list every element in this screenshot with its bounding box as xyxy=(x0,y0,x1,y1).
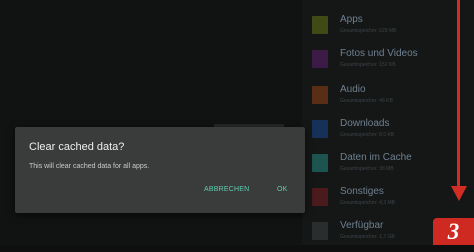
category-name: Fotos und Videos xyxy=(340,48,418,59)
step-number: 3 xyxy=(447,219,460,244)
annotation-arrow-shaft xyxy=(457,0,460,187)
annotation-arrow-head xyxy=(451,186,467,201)
cache-icon xyxy=(312,154,328,172)
category-name: Apps xyxy=(340,14,363,25)
category-size: Gesamtspeicher: 38 MB xyxy=(340,166,394,172)
category-apps[interactable]: Apps Gesamtspeicher: 629 MB xyxy=(312,12,462,46)
category-name: Sonstiges xyxy=(340,186,384,197)
ok-button[interactable]: OK xyxy=(277,186,288,193)
category-audio[interactable]: Audio Gesamtspeicher: 48 KB xyxy=(312,82,462,116)
category-daten-im-cache[interactable]: Daten im Cache Gesamtspeicher: 38 MB xyxy=(312,150,462,184)
category-fotos-und-videos[interactable]: Fotos und Videos Gesamtspeicher: 152 KB xyxy=(312,46,462,80)
category-size: Gesamtspeicher: 48 KB xyxy=(340,98,393,104)
dialog-message: This will clear cached data for all apps… xyxy=(29,163,150,170)
category-size: Gesamtspeicher: 1,7 GB xyxy=(340,234,395,240)
category-sonstiges[interactable]: Sonstiges Gesamtspeicher: 4,3 MB xyxy=(312,184,462,218)
category-size: Gesamtspeicher: 8,0 KB xyxy=(340,132,395,138)
downloads-icon xyxy=(312,120,328,138)
category-name: Downloads xyxy=(340,118,390,129)
photos-videos-icon xyxy=(312,50,328,68)
category-size: Gesamtspeicher: 4,3 MB xyxy=(340,200,396,206)
category-downloads[interactable]: Downloads Gesamtspeicher: 8,0 KB xyxy=(312,116,462,150)
misc-icon xyxy=(312,188,328,206)
category-name: Verfügbar xyxy=(340,220,384,231)
cancel-button[interactable]: ABBRECHEN xyxy=(204,186,249,193)
category-size: Gesamtspeicher: 629 MB xyxy=(340,28,397,34)
storage-category-list: Apps Gesamtspeicher: 629 MB Fotos und Vi… xyxy=(302,0,474,245)
category-name: Audio xyxy=(340,84,366,95)
clear-cache-dialog: Clear cached data? This will clear cache… xyxy=(15,127,305,213)
available-icon xyxy=(312,222,328,240)
category-size: Gesamtspeicher: 152 KB xyxy=(340,62,396,68)
category-name: Daten im Cache xyxy=(340,152,412,163)
audio-icon xyxy=(312,86,328,104)
apps-icon xyxy=(312,16,328,34)
dialog-title: Clear cached data? xyxy=(29,141,125,153)
step-badge: 3 xyxy=(433,218,474,245)
